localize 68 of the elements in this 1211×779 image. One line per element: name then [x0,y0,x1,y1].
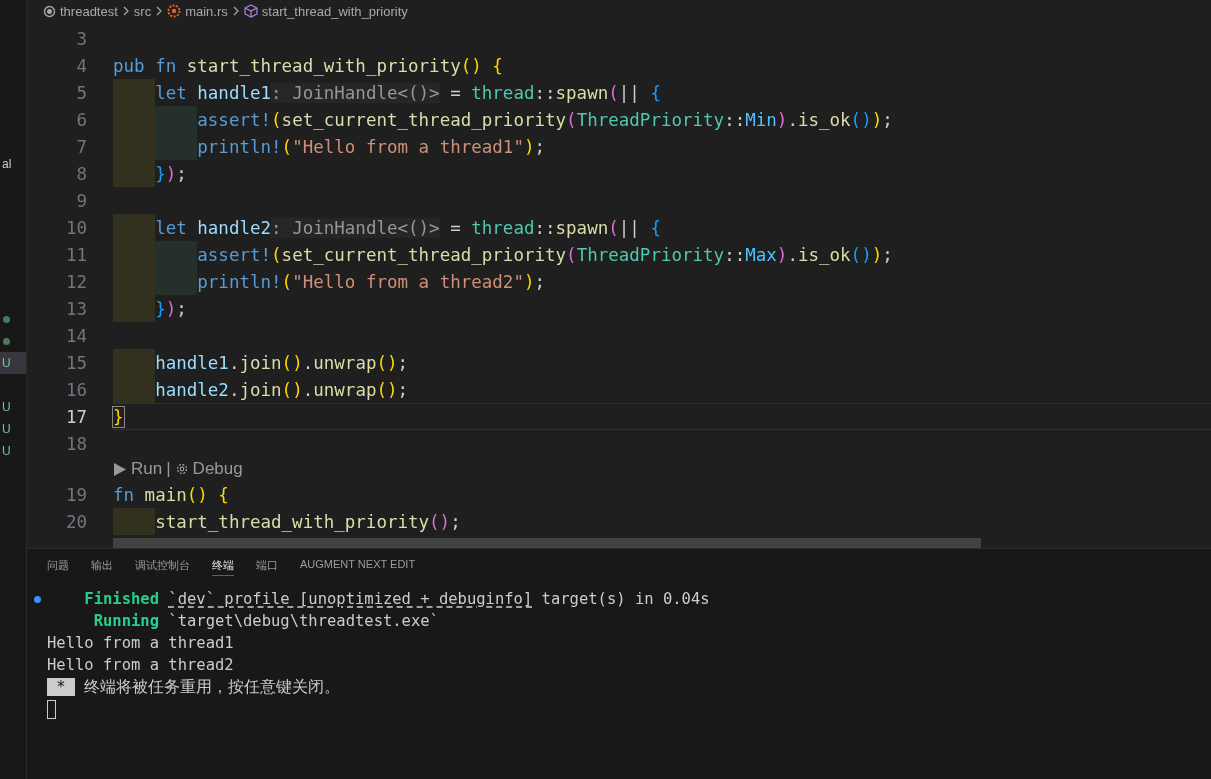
code-line: }); [113,160,1211,187]
play-icon [113,461,127,477]
git-status-letter: U [2,400,11,414]
debug-link[interactable]: Debug [192,459,243,479]
code-line: assert!(set_current_thread_priority(ThreadPriority::Min).is_ok()); [113,106,1211,133]
panel-tab[interactable]: 输出 [91,558,113,576]
circle-icon [43,4,56,18]
terminal-line: Hello from a thread1 [47,634,234,652]
chevron-icon [121,6,130,16]
line-number: 12 [64,271,87,292]
line-number: 18 [64,433,87,454]
line-number: 6 [75,109,87,130]
code-line: let handle1: JoinHandle<()> = thread::spawn(|| { [113,79,1211,106]
code-line: } [113,403,1211,430]
line-number: 4 [75,55,87,76]
breadcrumb-item[interactable]: start_thread_with_priority [261,3,408,19]
gear-icon [167,4,182,18]
breadcrumb-item[interactable]: src [133,3,152,19]
chevron-icon [155,6,164,16]
file-name: al [2,157,12,171]
line-number: 11 [64,244,87,265]
command-dot [34,595,41,603]
line-number: 13 [64,298,87,319]
code-line: handle1.join().unwrap(); [113,349,1211,376]
panel-tab[interactable]: 问题 [47,558,69,576]
code-line: println!("Hello from a thread1"); [113,133,1211,160]
panel-tab[interactable]: AUGMENT NEXT EDIT [300,558,416,576]
panel-tab[interactable]: 调试控制台 [135,558,190,576]
breadcrumb-item[interactable]: threadtest [60,3,118,19]
terminal-line: Hello from a thread2 [47,656,234,674]
code-line: let handle2: JoinHandle<()> = thread::spawn(|| { [113,214,1211,241]
git-status-letter: U [2,356,11,370]
breadcrumb-item[interactable]: main.rs [185,3,228,19]
terminal-cursor [47,699,56,719]
code-line: handle2.join().unwrap(); [113,376,1211,403]
line-number: 16 [64,379,87,400]
code-line: pub fn start_thread_with_priority() { [113,54,504,78]
panel-tab[interactable]: 终端 [212,558,234,576]
line-number: 7 [75,136,87,157]
line-number: 15 [64,352,87,373]
code-line: }); [113,295,1211,322]
code-line: println!("Hello from a thread2"); [113,268,1211,295]
git-status-letter: U [2,422,11,436]
line-number: 14 [64,325,87,346]
code-line: start_thread_with_priority(); [113,508,1211,535]
line-number: 20 [64,511,87,532]
cube-icon [243,4,258,18]
terminal-line: Running `target\debug\threadtest.exe` [92,612,439,630]
terminal-line: Finished `dev` profile [unoptimized + debuginfo] target(s) in 0.04s [83,590,710,608]
status-dot [3,337,10,345]
code-line: fn main() { [113,483,230,507]
line-number: 3 [75,28,87,49]
line-number: 17 [64,406,87,427]
line-number: 5 [75,82,87,103]
status-dot [3,315,10,323]
panel-tab[interactable]: 端口 [256,558,278,576]
run-link[interactable]: Run [131,459,163,479]
scrollbar[interactable] [113,538,981,548]
gear-icon [174,462,189,476]
separator: | [166,459,171,479]
line-number: 8 [75,163,87,184]
git-status-letter: U [2,444,11,458]
code-line: assert!(set_current_thread_priority(ThreadPriority::Max).is_ok()); [113,241,1211,268]
line-number: 9 [75,190,87,211]
line-number: 10 [64,217,87,238]
terminal-line: * 终端将被任务重用，按任意键关闭。 [47,676,341,698]
line-number: 19 [64,484,87,505]
chevron-icon [231,6,240,16]
